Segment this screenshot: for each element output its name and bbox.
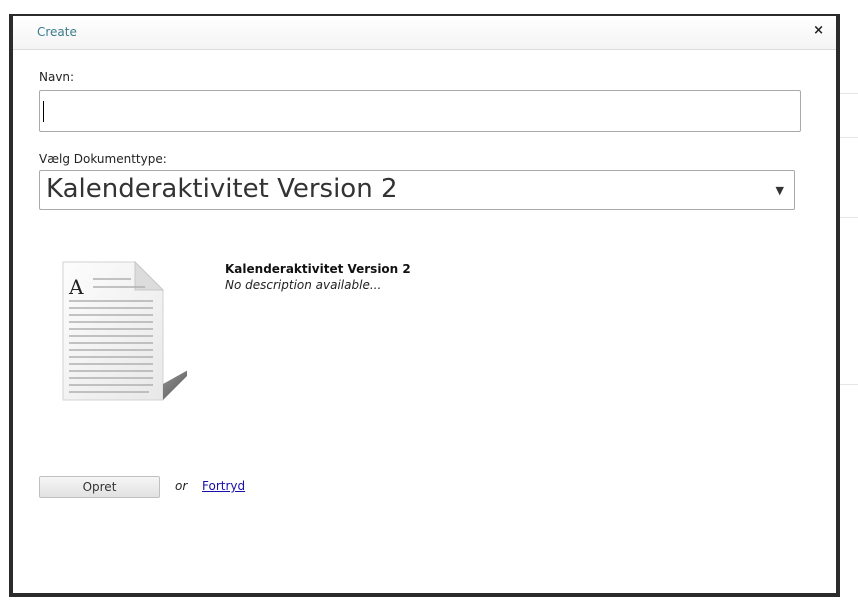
- document-type-name: Kalenderaktivitet Version 2: [225, 262, 411, 276]
- page: Create × Navn: Vælg Dokumenttype: Kalend…: [0, 0, 858, 603]
- name-label: Navn:: [39, 70, 75, 84]
- doctype-selected-value: Kalenderaktivitet Version 2: [46, 174, 398, 204]
- text-caret: [43, 101, 44, 122]
- cancel-link[interactable]: Fortryd: [202, 479, 245, 493]
- dialog-title: Create: [37, 25, 77, 39]
- document-icon: A: [62, 260, 187, 401]
- close-icon[interactable]: ×: [813, 23, 824, 38]
- chevron-down-icon: ▼: [775, 184, 784, 197]
- dialog-titlebar: Create ×: [13, 16, 836, 50]
- or-separator: or: [175, 479, 188, 493]
- create-button[interactable]: Opret: [39, 476, 160, 498]
- create-dialog: Create × Navn: Vælg Dokumenttype: Kalend…: [9, 14, 840, 597]
- doctype-select[interactable]: Kalenderaktivitet Version 2 ▼: [39, 170, 795, 210]
- name-input[interactable]: [39, 90, 801, 132]
- document-icon-letter: A: [68, 275, 84, 299]
- doctype-label: Vælg Dokumenttype:: [39, 152, 167, 166]
- document-type-description: No description available...: [225, 278, 382, 292]
